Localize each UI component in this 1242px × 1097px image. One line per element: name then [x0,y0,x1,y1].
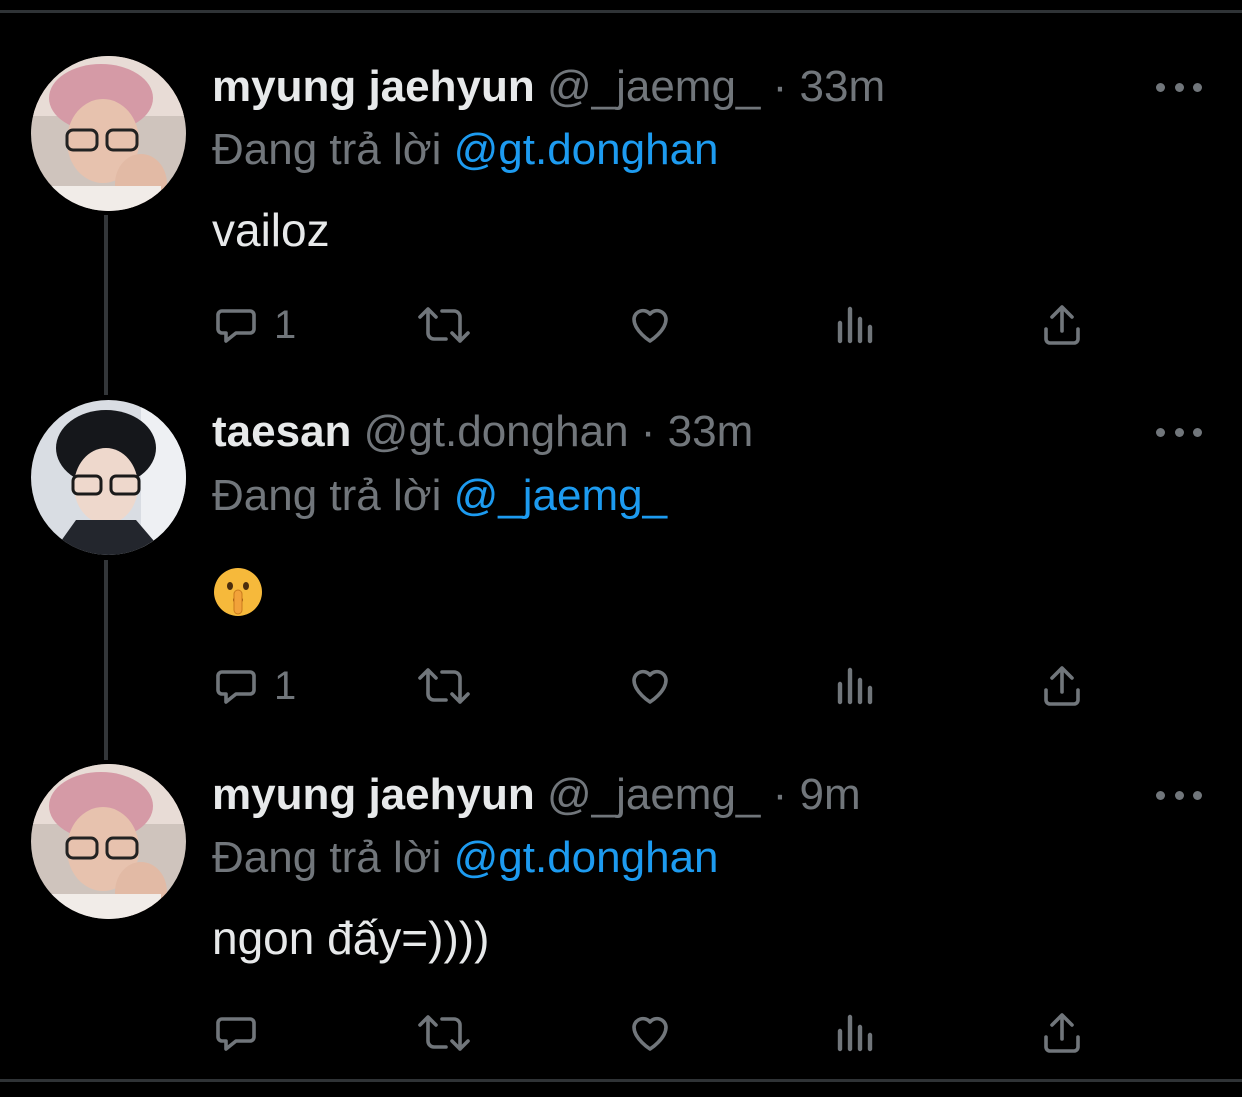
tweet-text: vailoz [212,204,330,256]
display-name[interactable]: taesan [212,407,351,456]
share-upload-icon [1044,1013,1080,1053]
action-bar: 1 [212,300,1092,350]
tweet-header: myung jaehyun @_jaemg_ · 33m [212,59,885,115]
ellipsis-icon [1156,427,1165,437]
timestamp[interactable]: 33m [800,62,886,111]
share-button[interactable] [1038,300,1086,350]
display-name[interactable]: myung jaehyun [212,770,535,819]
reply-count: 1 [274,663,297,708]
tweet[interactable]: myung jaehyun @_jaemg_ · 9m Đang trả lời… [0,750,1242,1080]
more-options-button[interactable] [1156,780,1202,810]
user-avatar[interactable] [31,56,186,211]
action-bar [212,1008,1092,1058]
timestamp[interactable]: 9m [800,770,861,819]
user-avatar[interactable] [31,764,186,919]
shushing-face-emoji: 🤫 [212,566,264,618]
share-button[interactable] [1038,1008,1086,1058]
like-button[interactable] [626,300,674,350]
action-bar: 1 [212,661,1092,711]
bar-chart-icon [837,1014,873,1052]
replying-to-label: Đang trả lời [212,471,442,520]
speech-bubble-icon [216,1017,256,1051]
bar-chart-icon [837,667,873,705]
separator-dot: · [772,62,788,111]
replying-to-label: Đang trả lời [212,833,442,882]
user-handle[interactable]: @_jaemg_ [547,770,760,819]
bar-chart-icon [837,306,873,344]
like-button[interactable] [626,661,674,711]
ellipsis-icon [1156,82,1165,92]
replying-to-line: Đang trả lời @gt.donghan [212,122,719,178]
views-button[interactable] [832,661,880,711]
separator-dot: · [640,407,656,456]
retweet-icon [418,1015,470,1051]
like-button[interactable] [626,1008,674,1058]
retweet-icon [418,307,470,343]
user-avatar[interactable] [31,400,186,555]
more-options-button[interactable] [1156,417,1202,447]
retweet-button[interactable] [416,300,472,350]
tweet[interactable]: taesan @gt.donghan · 33m Đang trả lời @_… [0,390,1242,750]
display-name[interactable]: myung jaehyun [212,62,535,111]
reply-button[interactable]: 1 [212,661,296,711]
mention-link[interactable]: @gt.donghan [454,125,719,174]
retweet-button[interactable] [416,661,472,711]
mention-link[interactable]: @gt.donghan [454,833,719,882]
tweet[interactable]: myung jaehyun @_jaemg_ · 33m Đang trả lờ… [0,0,1242,390]
replying-to-label: Đang trả lời [212,125,442,174]
separator-dot: · [772,770,788,819]
timestamp[interactable]: 33m [668,407,754,456]
mention-link[interactable]: @_jaemg_ [454,471,667,520]
user-handle[interactable]: @gt.donghan [364,407,629,456]
views-button[interactable] [832,1008,880,1058]
heart-icon [632,308,668,343]
retweet-button[interactable] [416,1008,472,1058]
share-upload-icon [1044,305,1080,345]
retweet-icon [418,668,470,704]
replying-to-line: Đang trả lời @_jaemg_ [212,468,667,524]
reply-button[interactable] [212,1008,274,1058]
views-button[interactable] [832,300,880,350]
user-handle[interactable]: @_jaemg_ [547,62,760,111]
speech-bubble-icon [216,309,256,343]
tweet-header: myung jaehyun @_jaemg_ · 9m [212,767,861,823]
replying-to-line: Đang trả lời @gt.donghan [212,830,719,886]
heart-icon [632,669,668,704]
speech-bubble-icon [216,670,256,704]
ellipsis-icon [1156,790,1165,800]
more-options-button[interactable] [1156,72,1202,102]
reply-button[interactable]: 1 [212,300,296,350]
share-upload-icon [1044,666,1080,706]
heart-icon [632,1016,668,1051]
tweet-text: ngon đấy=)))) [212,912,490,964]
share-button[interactable] [1038,661,1086,711]
tweet-header: taesan @gt.donghan · 33m [212,404,753,460]
reply-count: 1 [274,302,297,347]
